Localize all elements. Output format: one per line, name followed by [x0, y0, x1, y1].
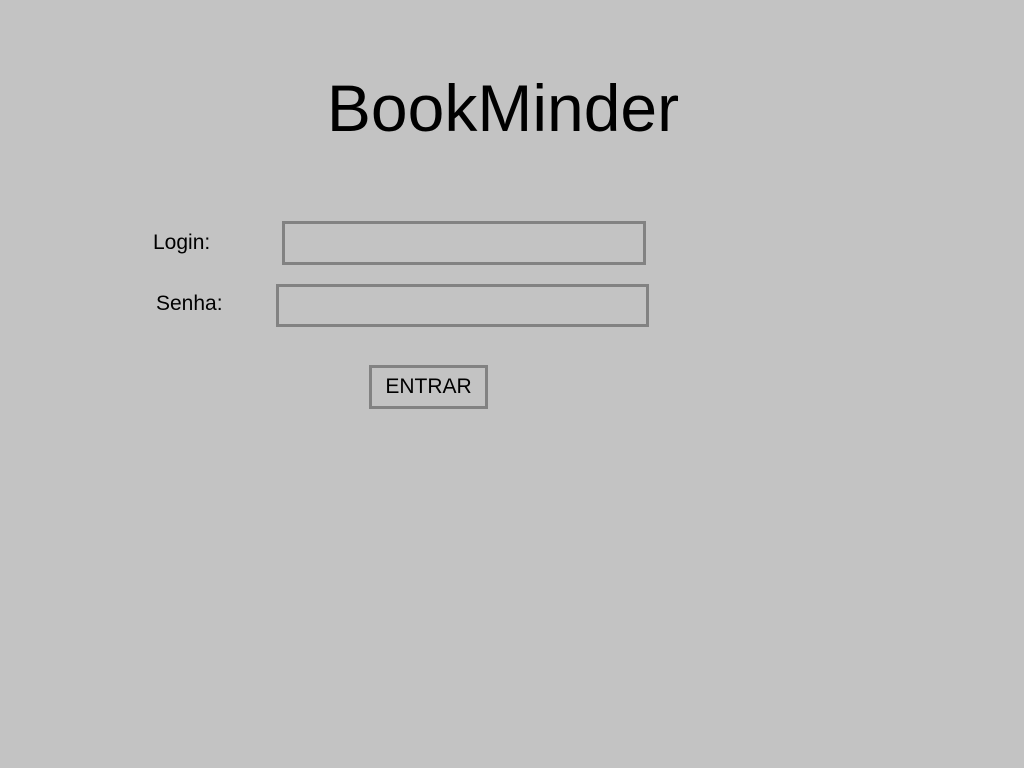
password-input[interactable] [276, 284, 649, 327]
login-input[interactable] [282, 221, 646, 265]
app-title: BookMinder [326, 71, 680, 145]
password-label: Senha: [156, 292, 223, 315]
login-label: Login: [153, 231, 211, 254]
enter-button[interactable]: ENTRAR [369, 365, 488, 409]
